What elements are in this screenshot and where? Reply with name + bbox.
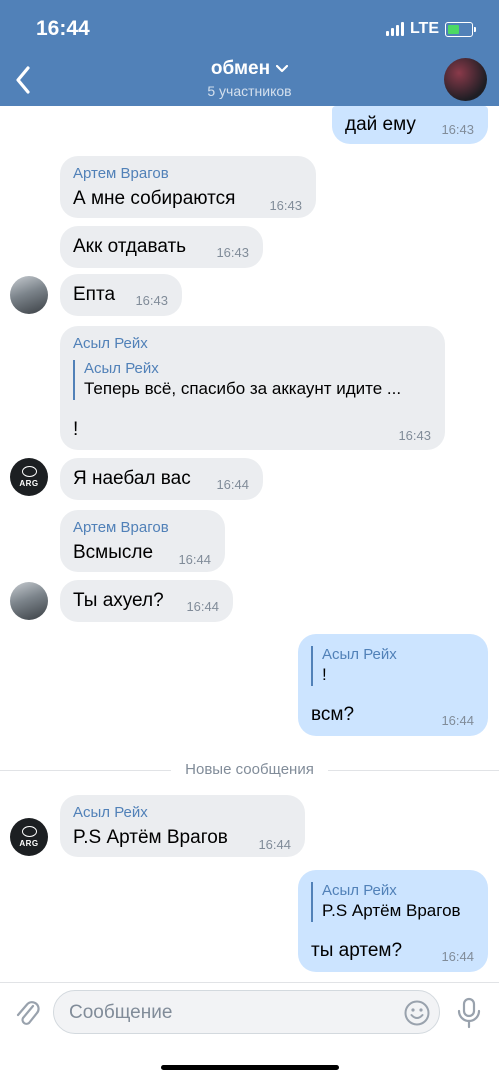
message-bubble-outgoing[interactable]: Асыл Рейх ! всм? 16:44 <box>298 634 488 736</box>
avatar[interactable]: ARG <box>10 818 48 856</box>
message-bubble-outgoing[interactable]: дай ему 16:43 <box>332 106 488 144</box>
message-sender[interactable]: Артем Врагов <box>73 165 169 182</box>
message-time: 16:44 <box>441 713 474 728</box>
message-text: всм? <box>311 704 355 725</box>
message-text: ! <box>73 419 79 440</box>
message-bubble-incoming[interactable]: Акк отдавать 16:43 <box>60 226 263 268</box>
message-text: Всмысле <box>73 542 154 563</box>
message-text: Я наебал вас <box>73 468 191 489</box>
message-time: 16:43 <box>398 428 431 443</box>
reply-sender: Асыл Рейх <box>322 646 397 663</box>
chat-title-text: обмен <box>210 58 271 79</box>
message-time: 16:44 <box>186 599 219 614</box>
signal-icon <box>385 22 404 36</box>
message-bubble-incoming[interactable]: Асыл Рейх P.S Артём Врагов 16:44 <box>60 795 305 857</box>
home-indicator <box>161 1065 339 1070</box>
message-text: Акк отдавать <box>73 236 187 257</box>
chat-avatar[interactable] <box>444 58 487 101</box>
message-time: 16:44 <box>258 837 291 852</box>
avatar-logo-text: ARG <box>19 479 39 488</box>
message-bubble-incoming[interactable]: Ты ахуел? 16:44 <box>60 580 233 622</box>
chevron-down-icon <box>276 65 289 73</box>
message-composer: Сообщение <box>0 982 499 1081</box>
reply-quote[interactable]: Асыл Рейх P.S Артём Врагов <box>311 882 461 922</box>
voice-record-button[interactable] <box>456 997 482 1029</box>
new-messages-divider: Новые сообщения <box>0 761 499 778</box>
message-time: 16:43 <box>441 122 474 137</box>
message-text: А мне собираются <box>73 188 236 209</box>
message-sender[interactable]: Асыл Рейх <box>73 335 148 352</box>
message-bubble-incoming[interactable]: Асыл Рейх Асыл Рейх Теперь всё, спасибо … <box>60 326 445 450</box>
message-time: 16:43 <box>135 293 168 308</box>
paperclip-icon <box>16 1001 40 1025</box>
message-time: 16:43 <box>216 245 249 260</box>
chat-title[interactable]: обмен <box>210 58 289 80</box>
reply-sender: Асыл Рейх <box>322 882 397 899</box>
battery-icon <box>445 21 476 37</box>
message-text: Ты ахуел? <box>73 590 164 611</box>
reply-text: Теперь всё, спасибо за аккаунт идите ... <box>84 379 402 398</box>
message-text: ты артем? <box>311 940 403 961</box>
message-time: 16:43 <box>269 198 302 213</box>
message-text: дай ему <box>345 114 416 135</box>
chat-title-area[interactable]: обмен 5 участников <box>0 58 499 99</box>
avatar[interactable] <box>10 582 48 620</box>
message-time: 16:44 <box>216 477 249 492</box>
avatar-logo-text: ARG <box>19 839 39 848</box>
chat-members-count: 5 участников <box>207 83 292 99</box>
reply-sender: Асыл Рейх <box>84 360 159 377</box>
reply-text: ! <box>322 665 327 684</box>
message-input-placeholder: Сообщение <box>69 1002 173 1023</box>
attach-button[interactable] <box>14 999 40 1029</box>
avatar[interactable]: ARG <box>10 458 48 496</box>
message-time: 16:44 <box>441 949 474 964</box>
message-bubble-incoming[interactable]: Артем Врагов Всмысле 16:44 <box>60 510 225 572</box>
chat-header: 16:44 LTE обмен 5 участников <box>0 0 499 106</box>
message-time: 16:44 <box>178 552 211 567</box>
message-bubble-incoming[interactable]: Артем Врагов А мне собираются 16:43 <box>60 156 316 218</box>
network-type: LTE <box>409 20 439 37</box>
message-text: P.S Артём Врагов <box>73 827 228 848</box>
new-messages-label: Новые сообщения <box>171 761 328 778</box>
message-bubble-outgoing[interactable]: Асыл Рейх P.S Артём Врагов ты артем? 16:… <box>298 870 488 972</box>
message-input[interactable]: Сообщение <box>53 990 440 1034</box>
message-bubble-incoming[interactable]: Епта 16:43 <box>60 274 182 316</box>
smile-icon <box>404 1000 430 1026</box>
reply-quote[interactable]: Асыл Рейх Теперь всё, спасибо за аккаунт… <box>73 360 401 400</box>
reply-quote[interactable]: Асыл Рейх ! <box>311 646 397 686</box>
message-sender[interactable]: Асыл Рейх <box>73 804 148 821</box>
avatar[interactable] <box>10 276 48 314</box>
message-text: Епта <box>73 284 116 305</box>
reply-text: P.S Артём Врагов <box>322 901 461 920</box>
message-list[interactable]: дай ему 16:43 Артем Врагов А мне собираю… <box>0 106 499 982</box>
message-bubble-incoming[interactable]: Я наебал вас 16:44 <box>60 458 263 500</box>
status-time: 16:44 <box>36 17 90 40</box>
status-indicators: LTE <box>385 20 476 38</box>
message-sender[interactable]: Артем Врагов <box>73 519 169 536</box>
emoji-button[interactable] <box>403 999 431 1027</box>
microphone-icon <box>457 997 481 1029</box>
